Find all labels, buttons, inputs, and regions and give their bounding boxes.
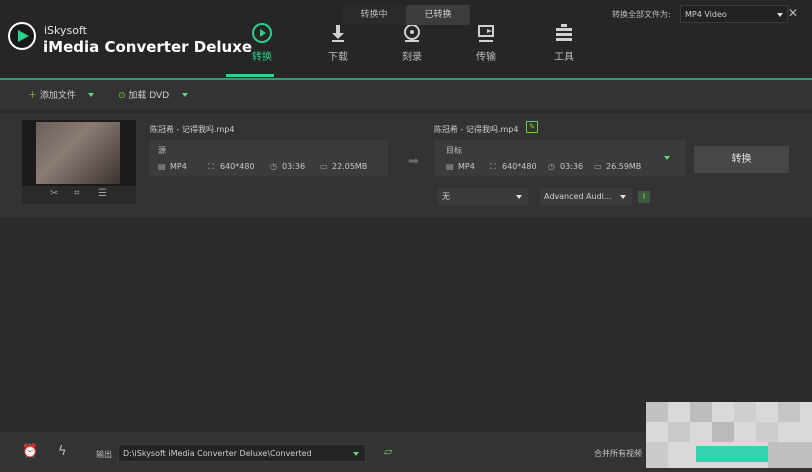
source-format: MP4 bbox=[170, 162, 187, 171]
output-label: 输出 bbox=[96, 450, 112, 459]
brand-small: iSkysoft bbox=[44, 24, 87, 37]
tab-download[interactable]: 下载 bbox=[308, 22, 368, 63]
tab-converting[interactable]: 转换中 bbox=[342, 5, 406, 25]
tab-label: 转换 bbox=[252, 52, 272, 63]
edit-icon[interactable]: ✎ bbox=[526, 121, 538, 133]
folder-icon: ▭ bbox=[594, 162, 602, 171]
convert-icon bbox=[252, 23, 272, 43]
transfer-icon bbox=[478, 25, 494, 42]
output-format-select[interactable]: MP4 Video bbox=[680, 5, 788, 23]
subtitle-select[interactable]: 无 bbox=[438, 188, 528, 206]
clock-icon: ◷ bbox=[270, 162, 277, 171]
output-path-value: D:\iSkysoft iMedia Converter Deluxe\Conv… bbox=[123, 449, 312, 458]
folder-icon: ▭ bbox=[320, 162, 328, 171]
brand-title: iMedia Converter Deluxe bbox=[43, 38, 253, 56]
tab-label: 传输 bbox=[476, 52, 496, 63]
target-size: 26.59MB bbox=[606, 162, 642, 171]
tab-label: 刻录 bbox=[402, 52, 422, 63]
effects-icon[interactable]: ☰ bbox=[98, 188, 107, 199]
tab-toolbox[interactable]: 工具 bbox=[534, 22, 594, 63]
chevron-down-icon bbox=[777, 13, 783, 17]
target-settings-dropdown-icon[interactable] bbox=[664, 156, 670, 160]
lightning-icon[interactable]: ϟ bbox=[58, 444, 67, 459]
app-logo-icon bbox=[8, 22, 36, 50]
chevron-down-icon bbox=[516, 195, 522, 199]
add-files-label: 添加文件 bbox=[39, 91, 76, 101]
load-dvd-label: 加载 DVD bbox=[128, 91, 170, 101]
source-duration: 03:36 bbox=[282, 162, 306, 171]
add-files-dropdown-icon[interactable] bbox=[88, 93, 94, 97]
target-resolution: 640*480 bbox=[502, 162, 537, 171]
film-icon: ▤ bbox=[446, 162, 454, 171]
burn-icon bbox=[404, 24, 420, 42]
status-tabs: 转换中 已转换 bbox=[342, 5, 470, 25]
dvd-icon: ⊙ bbox=[118, 91, 126, 101]
add-files-button[interactable]: ＋ 添加文件 bbox=[28, 88, 76, 101]
source-label: 源 bbox=[158, 146, 166, 155]
source-resolution: 640*480 bbox=[220, 162, 255, 171]
source-filename: 陈冠希 - 记得我吗.mp4 bbox=[150, 125, 235, 134]
tab-transfer[interactable]: 传输 bbox=[456, 22, 516, 63]
thumbnail-image bbox=[36, 122, 120, 184]
plus-icon: ＋ bbox=[28, 91, 38, 101]
toolbox-icon bbox=[556, 24, 572, 41]
audio-select-value: Advanced Audi... bbox=[544, 192, 612, 201]
arrow-right-icon: ➡ bbox=[408, 154, 419, 169]
target-duration: 03:36 bbox=[560, 162, 584, 171]
tab-convert[interactable]: 转换 bbox=[232, 22, 292, 63]
convert-all-label: 转换全部文件为: bbox=[612, 10, 671, 19]
info-icon[interactable]: i bbox=[638, 191, 650, 203]
target-label: 目标 bbox=[446, 146, 462, 155]
chevron-down-icon bbox=[620, 195, 626, 199]
alarm-clock-icon[interactable]: ⏰ bbox=[22, 444, 38, 459]
download-icon bbox=[332, 25, 344, 42]
resolution-icon: ⛶ bbox=[490, 162, 496, 171]
source-size: 22.05MB bbox=[332, 162, 368, 171]
open-folder-icon[interactable]: ▱ bbox=[384, 445, 392, 458]
output-format-value: MP4 Video bbox=[685, 10, 727, 19]
output-path-select[interactable]: D:\iSkysoft iMedia Converter Deluxe\Conv… bbox=[118, 444, 366, 462]
target-format: MP4 bbox=[458, 162, 475, 171]
merge-all-videos-label: 合并所有视频 bbox=[594, 449, 642, 458]
clock-icon: ◷ bbox=[548, 162, 555, 171]
audio-track-select[interactable]: Advanced Audi... bbox=[540, 188, 632, 206]
resolution-icon: ⛶ bbox=[208, 162, 214, 171]
tab-burn[interactable]: 刻录 bbox=[382, 22, 442, 63]
chevron-down-icon bbox=[353, 452, 359, 456]
active-tab-indicator bbox=[226, 74, 274, 77]
target-filename: 陈冠希 - 记得我吗.mp4 bbox=[434, 125, 519, 134]
crop-icon[interactable]: ⌗ bbox=[74, 188, 80, 199]
load-dvd-dropdown-icon[interactable] bbox=[182, 93, 188, 97]
trim-icon[interactable]: ✂ bbox=[50, 188, 58, 199]
load-dvd-button[interactable]: ⊙ 加载 DVD bbox=[118, 88, 169, 101]
tab-label: 工具 bbox=[554, 52, 574, 63]
tab-label: 下载 bbox=[328, 52, 348, 63]
tab-converted[interactable]: 已转换 bbox=[406, 5, 470, 25]
convert-button[interactable]: 转换 bbox=[694, 146, 789, 173]
pixelated-watermark bbox=[646, 402, 812, 468]
subtitle-select-value: 无 bbox=[442, 192, 450, 201]
film-icon: ▤ bbox=[158, 162, 166, 171]
